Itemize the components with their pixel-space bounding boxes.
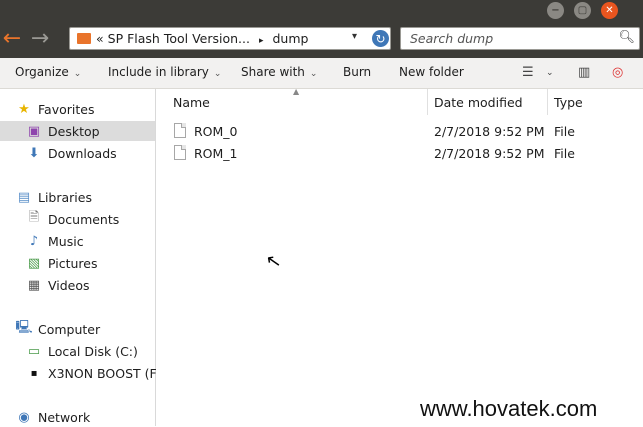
file-row[interactable]: ROM_0 2/7/2018 9:52 PM File	[156, 122, 643, 143]
file-date-modified: 2/7/2018 9:52 PM	[434, 146, 545, 161]
view-options-icon[interactable]: ☰	[522, 65, 534, 80]
file-type: File	[554, 146, 575, 161]
navigation-bar: ← → « SP Flash Tool Version... ▸ dump ▾ …	[0, 22, 643, 58]
back-arrow-icon[interactable]: ←	[0, 28, 24, 50]
forward-arrow-icon[interactable]: →	[28, 28, 52, 50]
file-date-modified: 2/7/2018 9:52 PM	[434, 124, 545, 139]
chevron-down-icon: ⌄	[309, 69, 318, 79]
breadcrumb-item-sp-flash-tool[interactable]: SP Flash Tool Version...	[108, 31, 250, 46]
burn-button[interactable]: Burn	[343, 65, 371, 79]
sidebar-item-pictures[interactable]: ▧ Pictures	[26, 253, 98, 273]
hard-drive-icon: ▭	[27, 343, 41, 359]
preview-pane-icon[interactable]: ▥	[578, 65, 590, 80]
folder-icon	[77, 33, 91, 44]
libraries-icon: ▤	[17, 189, 31, 205]
sidebar-item-documents[interactable]: 🗎︎ Documents	[26, 209, 120, 229]
sidebar-network-label: Network	[38, 409, 91, 425]
sidebar-favorites-label: Favorites	[38, 101, 95, 117]
sidebar-item-label: Local Disk (C:)	[48, 343, 138, 359]
breadcrumb-overflow[interactable]: «	[96, 31, 104, 46]
navigation-pane: ★ Favorites ▣ Desktop ⬇ Downloads ▤ Libr…	[0, 89, 157, 427]
new-folder-button[interactable]: New folder	[399, 65, 464, 79]
star-icon: ★	[18, 101, 30, 117]
file-name: ROM_1	[194, 146, 238, 161]
column-header-name[interactable]: Name	[173, 89, 210, 115]
pictures-icon: ▧	[27, 255, 41, 271]
documents-icon: 🗎︎	[28, 210, 40, 225]
organize-label: Organize	[15, 65, 69, 79]
chevron-down-icon[interactable]: ⌄	[546, 68, 554, 78]
column-header-date-modified[interactable]: Date modified	[434, 89, 523, 115]
sidebar-item-label: Documents	[48, 211, 120, 227]
address-dropdown-icon[interactable]: ▾	[352, 31, 357, 42]
column-divider[interactable]	[547, 89, 548, 115]
sidebar-item-videos[interactable]: ▦ Videos	[26, 275, 90, 295]
file-icon	[174, 145, 186, 160]
organize-button[interactable]: Organize ⌄	[15, 65, 81, 79]
file-type: File	[554, 124, 575, 139]
sidebar-item-downloads[interactable]: ⬇ Downloads	[26, 143, 117, 163]
sidebar-item-x3non-boost[interactable]: ▪ X3NON BOOST (F	[26, 363, 157, 383]
share-with-label: Share with	[241, 65, 305, 79]
file-row[interactable]: ROM_1 2/7/2018 9:52 PM File	[156, 144, 643, 165]
desktop-icon: ▣	[27, 123, 41, 139]
downloads-icon: ⬇	[28, 145, 40, 161]
column-divider[interactable]	[427, 89, 428, 115]
sidebar-item-label: Videos	[48, 277, 90, 293]
sidebar-libraries[interactable]: ▤ Libraries	[16, 187, 92, 207]
sidebar-item-label: Pictures	[48, 255, 98, 271]
sidebar-item-label: X3NON BOOST (F	[48, 365, 157, 381]
help-icon[interactable]: ◎	[612, 65, 623, 80]
sort-indicator-icon: ▲	[293, 87, 300, 96]
file-name: ROM_0	[194, 124, 238, 139]
chevron-down-icon: ⌄	[73, 69, 82, 79]
watermark: www.hovatek.com	[420, 396, 598, 421]
breadcrumb-item-dump[interactable]: dump	[272, 31, 308, 46]
breadcrumb[interactable]: « SP Flash Tool Version... ▸ dump	[96, 31, 308, 46]
sidebar-network[interactable]: ◉ Network	[16, 407, 90, 427]
sidebar-favorites[interactable]: ★ Favorites	[16, 99, 94, 119]
sidebar-computer[interactable]: 🖳︎ Computer	[15, 319, 101, 339]
chevron-down-icon: ⌄	[213, 69, 222, 79]
include-in-library-label: Include in library	[108, 65, 209, 79]
search-icon[interactable]: 🔍︎	[618, 30, 635, 45]
maximize-button[interactable]: ▢	[574, 2, 591, 19]
column-header-type[interactable]: Type	[554, 89, 583, 115]
sidebar-item-desktop[interactable]: ▣ Desktop	[0, 121, 155, 141]
computer-icon: 🖳︎	[15, 320, 33, 335]
include-in-library-button[interactable]: Include in library ⌄	[108, 65, 221, 79]
sidebar-item-label: Downloads	[48, 145, 117, 161]
breadcrumb-separator-icon[interactable]: ▸	[259, 36, 264, 46]
sidebar-libraries-label: Libraries	[38, 189, 92, 205]
mouse-cursor-icon: ↖	[264, 249, 283, 274]
videos-icon: ▦	[27, 277, 41, 293]
file-icon	[174, 123, 186, 138]
sd-card-icon: ▪	[30, 367, 38, 379]
search-placeholder: Search dump	[410, 31, 494, 46]
sidebar-computer-label: Computer	[38, 321, 101, 337]
music-icon: ♪	[29, 233, 39, 249]
address-bar[interactable]: « SP Flash Tool Version... ▸ dump ▾ ↻	[69, 27, 391, 50]
command-bar: Organize ⌄ Include in library ⌄ Share with…	[0, 58, 643, 89]
search-input[interactable]: Search dump 🔍︎	[400, 27, 640, 50]
refresh-icon[interactable]: ↻	[372, 30, 389, 47]
sidebar-item-music[interactable]: ♪ Music	[26, 231, 84, 251]
share-with-button[interactable]: Share with ⌄	[241, 65, 317, 79]
sidebar-item-label: Music	[48, 233, 84, 249]
close-button[interactable]: ✕	[601, 2, 618, 19]
title-bar: − ▢ ✕	[0, 0, 643, 22]
network-icon: ◉	[18, 409, 30, 425]
sidebar-item-label: Desktop	[48, 123, 100, 139]
sidebar-item-local-disk[interactable]: ▭ Local Disk (C:)	[26, 341, 138, 361]
minimize-button[interactable]: −	[547, 2, 564, 19]
